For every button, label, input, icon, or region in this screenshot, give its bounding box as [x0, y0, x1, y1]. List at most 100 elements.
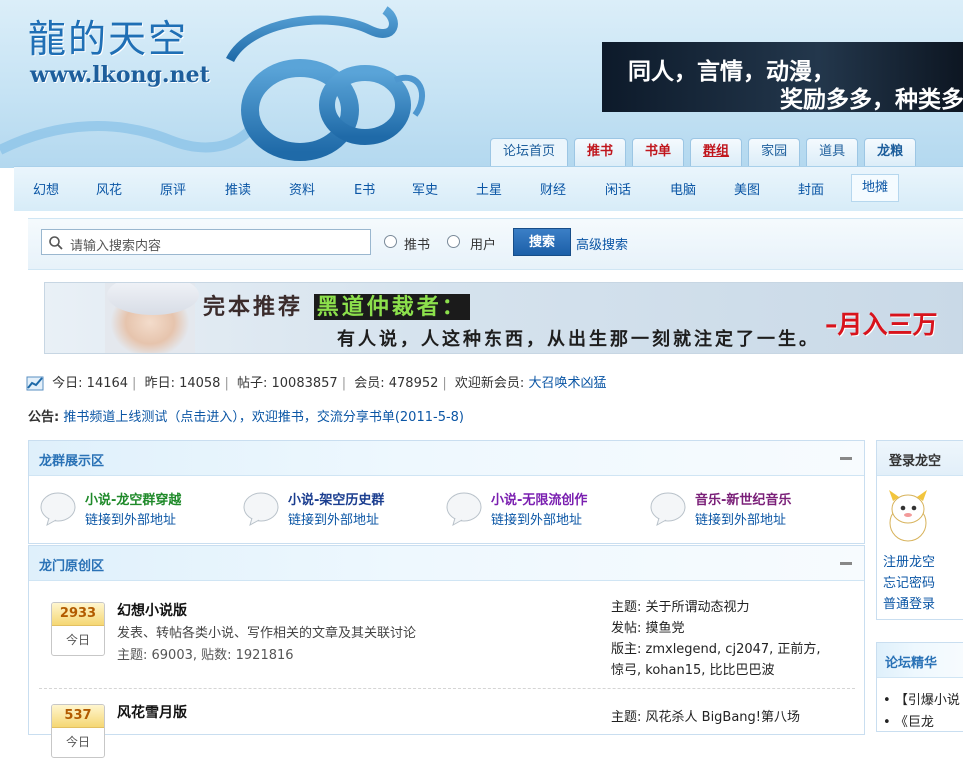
row-divider: [39, 688, 855, 689]
new-member-link[interactable]: 大召唤术凶猛: [528, 376, 606, 391]
group-external-link[interactable]: 链接到外部地址: [288, 509, 379, 528]
tab-booklist[interactable]: 书单: [632, 138, 685, 166]
essence-item-text[interactable]: 【引爆小说: [895, 693, 960, 708]
forum-moderators[interactable]: 版主: zmxlegend, cj2047, 正前方,: [611, 638, 821, 657]
banner-line-2: 奖励多多，种类多: [780, 87, 963, 112]
subnav-item[interactable]: 闲话: [605, 179, 631, 198]
mascot-avatar: [889, 490, 927, 542]
stat-today-label: 今日:: [52, 376, 83, 391]
group-card[interactable]: 小说-无限流创作 链接到外部地址: [445, 489, 645, 533]
tab-longliang[interactable]: 龙粮: [864, 138, 917, 166]
logo-url[interactable]: www.lkong.net: [30, 62, 210, 88]
subnav-item[interactable]: 电脑: [670, 179, 696, 198]
subnav-item[interactable]: 封面: [798, 179, 824, 198]
latest-topic-link[interactable]: 主题: 关于所谓动态视力: [611, 596, 750, 615]
tab-forum-home[interactable]: 论坛首页: [490, 138, 569, 166]
group-name[interactable]: 小说-无限流创作: [491, 489, 587, 508]
collapse-icon[interactable]: [840, 457, 852, 460]
login-panel-header: 登录龙空: [877, 441, 963, 476]
subnav-item[interactable]: 土星: [476, 179, 502, 198]
forums-panel-title[interactable]: 龙门原创区: [39, 555, 104, 574]
announcement-link[interactable]: 推书频道上线测试（点击进入），欢迎推书，交流分享书单(2011-5-8): [63, 410, 464, 425]
forums-panel: 龙门原创区 2933 今日 幻想小说版 发表、转帖各类小说、写作相关的文章及其关…: [28, 545, 867, 758]
group-name[interactable]: 音乐-新世纪音乐: [695, 489, 791, 508]
groups-panel-header: 龙群展示区: [29, 441, 864, 476]
subnav-item[interactable]: 资料: [289, 179, 315, 198]
subnav-item[interactable]: E书: [354, 179, 375, 198]
sub-navigation: 幻想 风花 原评 推读 资料 E书 军史 土星 财经 闲话 电脑 美图 封面 地…: [14, 166, 963, 211]
group-external-link[interactable]: 链接到外部地址: [85, 509, 176, 528]
banner-ad[interactable]: 完本推荐 黑道仲裁者： 有人说，人这种东西，从出生那一刻就注定了一生。 –月入三…: [44, 282, 963, 354]
search-input[interactable]: 请输入搜索内容: [41, 229, 371, 255]
essence-item[interactable]: • 《巨龙: [883, 711, 934, 730]
group-external-link[interactable]: 链接到外部地址: [695, 509, 786, 528]
today-posts-badge: 2933 今日: [51, 602, 105, 656]
today-label: 今日: [65, 735, 90, 749]
logo-text[interactable]: 龍的天空: [28, 8, 188, 63]
radio-search-books[interactable]: [384, 235, 397, 248]
chat-bubble-icon: [243, 492, 279, 527]
forum-description: 发表、转帖各类小说、写作相关的文章及其关联讨论: [117, 626, 417, 641]
stat-welcome-label: 欢迎新会员:: [454, 376, 525, 391]
tab-items[interactable]: 道具: [806, 138, 859, 166]
search-bar: 请输入搜索内容 推书 用户 搜索 高级搜索: [28, 218, 963, 270]
group-card[interactable]: 小说-龙空群穿越 链接到外部地址: [39, 489, 239, 533]
subnav-item[interactable]: 推读: [225, 179, 251, 198]
subnav-item[interactable]: 财经: [540, 179, 566, 198]
group-card[interactable]: 小说-架空历史群 链接到外部地址: [242, 489, 442, 533]
login-panel-title: 登录龙空: [889, 454, 942, 469]
forum-stats: 今日: 14164 | 昨日: 14058 | 帖子: 10083857 | 会员: …: [26, 372, 946, 391]
collapse-icon[interactable]: [840, 562, 852, 565]
group-name[interactable]: 小说-架空历史群: [288, 489, 384, 508]
group-card[interactable]: 音乐-新世纪音乐 链接到外部地址: [649, 489, 849, 533]
subnav-item[interactable]: 军史: [412, 179, 438, 198]
banner-title: 完本推荐 黑道仲裁者：: [203, 289, 470, 321]
stat-members-label: 会员:: [354, 376, 385, 391]
announcement: 公告: 推书频道上线测试（点击进入），欢迎推书，交流分享书单(2011-5-8): [28, 406, 464, 425]
radio-label-users: 用户: [470, 238, 497, 253]
stat-yesterday-label: 昨日:: [144, 376, 175, 391]
essence-panel-header: 论坛精华: [877, 643, 963, 678]
subnav-item[interactable]: 原评: [160, 179, 186, 198]
latest-topic-link[interactable]: 主题: 风花杀人 BigBang!第八场: [611, 706, 800, 725]
chat-bubble-icon: [40, 492, 76, 527]
forum-moderators-cont[interactable]: 惊弓, kohan15, 比比巴巴波: [611, 659, 775, 678]
search-icon: [49, 236, 63, 250]
group-name[interactable]: 小说-龙空群穿越: [85, 489, 181, 508]
latest-poster-link[interactable]: 发帖: 摸鱼党: [611, 617, 685, 636]
banner-title-b: 黑道仲裁者：: [313, 294, 470, 320]
group-external-link[interactable]: 链接到外部地址: [491, 509, 582, 528]
essence-panel-title[interactable]: 论坛精华: [885, 652, 937, 671]
essence-item[interactable]: • 【引爆小说: [883, 689, 960, 708]
subnav-item-selected[interactable]: 地摊: [851, 174, 900, 202]
stat-today: 14164: [86, 376, 129, 391]
subnav-item[interactable]: 幻想: [33, 179, 59, 198]
groups-panel-title[interactable]: 龙群展示区: [39, 450, 104, 469]
today-count: 537: [52, 705, 104, 728]
header-banner-ad[interactable]: 同人，言情，动漫， 奖励多多，种类多: [602, 42, 963, 112]
stat-posts-label: 帖子:: [236, 376, 268, 391]
stat-members: 478952: [388, 376, 439, 391]
forum-row: 2933 今日 幻想小说版 发表、转帖各类小说、写作相关的文章及其关联讨论 主题…: [39, 592, 867, 692]
forum-name-link[interactable]: 幻想小说版: [117, 600, 187, 620]
subnav-item[interactable]: 美图: [734, 179, 760, 198]
radio-search-users[interactable]: [447, 235, 460, 248]
search-button[interactable]: 搜索: [513, 228, 571, 256]
tab-recommend-books[interactable]: 推书: [574, 138, 627, 166]
tab-home[interactable]: 家园: [748, 138, 801, 166]
banner-subtitle: 有人说，人这种东西，从出生那一刻就注定了一生。: [337, 329, 820, 350]
forgot-password-link[interactable]: 忘记密码: [883, 572, 935, 591]
today-label: 今日: [65, 633, 90, 647]
register-link[interactable]: 注册龙空: [883, 551, 935, 570]
stats-chart-icon: [26, 376, 44, 391]
subnav-item[interactable]: 风花: [96, 179, 122, 198]
chat-bubble-icon: [650, 492, 686, 527]
normal-login-link[interactable]: 普通登录: [883, 593, 935, 612]
tab-groups[interactable]: 群组: [690, 138, 743, 166]
advanced-search-link[interactable]: 高级搜索: [576, 234, 628, 253]
banner-title-a: 完本推荐: [203, 294, 304, 320]
banner-right-text: –月入三万: [825, 310, 938, 339]
stat-yesterday: 14058: [179, 376, 221, 391]
essence-item-text[interactable]: 《巨龙: [895, 715, 934, 730]
forum-name-link[interactable]: 风花雪月版: [117, 702, 187, 722]
